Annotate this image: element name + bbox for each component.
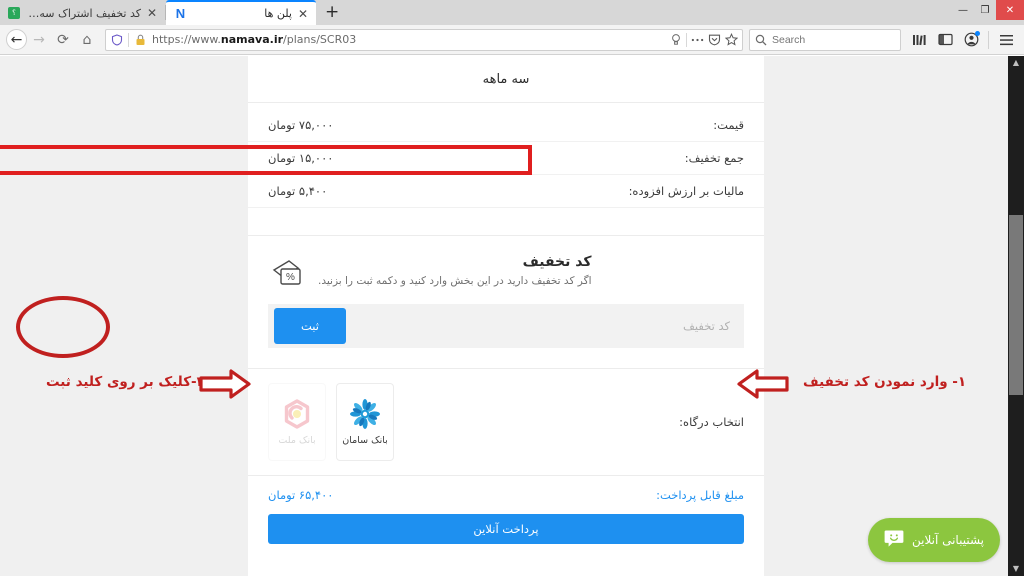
sidebar-icon[interactable] (933, 28, 957, 52)
annotation-step-2: ۲-کلیک بر روی کلید ثبت (46, 374, 205, 390)
online-payment-button[interactable]: پرداخت آنلاین (268, 514, 744, 544)
green-square-icon: ؟ (8, 7, 20, 19)
row-value: ۷۵,۰۰۰ تومان (268, 118, 334, 132)
gateway-section: انتخاب درگاه: بانک سامان بانک ملت (248, 368, 764, 475)
table-row: جمع تخفیف: ۱۵,۰۰۰ تومان (248, 142, 764, 175)
navigation-toolbar: ← → ⟳ ⌂ https://www.namava.ir/plans/SCR0… (0, 25, 1024, 55)
account-icon[interactable] (959, 28, 983, 52)
percent-coupon-icon: % (268, 258, 306, 290)
gateway-option-label: بانک ملت (278, 434, 316, 446)
notification-dot (975, 30, 980, 36)
title-bar: ؟ کد تخفیف اشتراک سه ماهه نماوا ✕ N پلن … (0, 0, 1024, 25)
namava-n-icon: N (175, 6, 186, 21)
row-label: قیمت: (713, 118, 744, 132)
gateway-option-mellat[interactable]: بانک ملت (268, 383, 326, 461)
shield-icon[interactable] (110, 33, 123, 46)
search-icon (755, 33, 767, 46)
address-bar[interactable]: https://www.namava.ir/plans/SCR03 (105, 28, 743, 51)
table-row: قیمت: ۷۵,۰۰۰ تومان (248, 109, 764, 142)
close-icon[interactable]: ✕ (146, 6, 158, 20)
maximize-button[interactable]: ❐ (974, 0, 996, 20)
window-controls: — ❐ ✕ (952, 0, 1024, 20)
home-button[interactable]: ⌂ (75, 28, 99, 52)
back-button[interactable]: ← (6, 29, 27, 50)
lightbulb-icon[interactable] (669, 33, 682, 46)
scrollbar-thumb[interactable] (1009, 215, 1023, 395)
coupon-code-input[interactable] (352, 304, 744, 348)
tab-strip: ؟ کد تخفیف اشتراک سه ماهه نماوا ✕ N پلن … (0, 0, 348, 25)
browser-tab-active[interactable]: N پلن ها ✕ (166, 0, 316, 25)
library-icon[interactable] (907, 28, 931, 52)
toolbar-icons (907, 28, 1018, 52)
table-row: مالیات بر ارزش افزوده: ۵,۴۰۰ تومان (248, 175, 764, 208)
payable-value: ۶۵,۴۰۰ تومان (268, 488, 334, 502)
scrollbar-track[interactable] (1008, 70, 1024, 562)
scroll-up-arrow-icon[interactable]: ▲ (1013, 56, 1019, 70)
page-title: سه ماهه (248, 56, 764, 103)
arrow-pointing-left-icon (737, 369, 789, 399)
section-divider (248, 208, 764, 236)
plan-purchase-card: سه ماهه قیمت: ۷۵,۰۰۰ تومان جمع تخفیف: ۱۵… (248, 56, 764, 576)
browser-window: ؟ کد تخفیف اشتراک سه ماهه نماوا ✕ N پلن … (0, 0, 1024, 576)
close-icon[interactable]: ✕ (297, 7, 309, 21)
close-window-button[interactable]: ✕ (996, 0, 1024, 20)
arrow-pointing-right-icon (199, 369, 251, 399)
padlock-icon[interactable] (134, 33, 147, 46)
url-divider (686, 32, 687, 47)
coupon-heading: کد تخفیف (522, 254, 592, 270)
bank-saman-logo (350, 398, 380, 429)
page-viewport: سه ماهه قیمت: ۷۵,۰۰۰ تومان جمع تخفیف: ۱۵… (0, 56, 1024, 576)
coupon-text: کد تخفیف اگر کد تخفیف دارید در این بخش و… (318, 254, 592, 287)
coupon-description: اگر کد تخفیف دارید در این بخش وارد کنید … (318, 275, 592, 287)
online-support-widget[interactable]: پشتیبانی آنلاین (867, 518, 1000, 562)
price-breakdown: قیمت: ۷۵,۰۰۰ تومان جمع تخفیف: ۱۵,۰۰۰ توم… (248, 103, 764, 208)
hamburger-menu-icon[interactable] (994, 28, 1018, 52)
coupon-section-header: کد تخفیف اگر کد تخفیف دارید در این بخش و… (248, 236, 764, 290)
payable-amount-row: مبلغ قابل پرداخت: ۶۵,۴۰۰ تومان (248, 475, 764, 510)
row-value: ۱۵,۰۰۰ تومان (268, 151, 334, 165)
url-text: https://www.namava.ir/plans/SCR03 (152, 33, 357, 46)
ellipsis-icon[interactable] (691, 33, 704, 46)
search-input[interactable] (772, 33, 907, 46)
support-label: پشتیبانی آنلاین (911, 533, 984, 547)
toolbar-divider (988, 30, 989, 49)
gateway-options: بانک سامان بانک ملت (268, 383, 394, 461)
scroll-down-arrow-icon[interactable]: ▼ (1013, 562, 1019, 576)
new-tab-button[interactable]: + (316, 1, 348, 25)
forward-button[interactable]: → (27, 28, 51, 52)
row-label: مالیات بر ارزش افزوده: (628, 184, 744, 198)
gateway-option-label: بانک سامان (342, 434, 388, 446)
reload-button[interactable]: ⟳ (51, 28, 75, 52)
submit-coupon-button[interactable]: ثبت (274, 308, 346, 344)
minimize-button[interactable]: — (952, 0, 974, 20)
url-divider (128, 32, 129, 47)
row-value: ۵,۴۰۰ تومان (268, 184, 328, 198)
star-icon[interactable] (725, 33, 738, 46)
payable-label: مبلغ قابل پرداخت: (656, 488, 744, 502)
coupon-input-row: ثبت (268, 304, 744, 348)
pocket-icon[interactable] (708, 33, 721, 46)
address-bar-actions (669, 32, 738, 47)
submit-button-highlight (16, 296, 110, 358)
browser-tab-inactive[interactable]: ؟ کد تخفیف اشتراک سه ماهه نماوا ✕ (0, 1, 165, 25)
page-scrollbar[interactable]: ▲ ▼ (1008, 56, 1024, 576)
svg-text:%: % (286, 272, 295, 283)
gateway-option-saman[interactable]: بانک سامان (336, 383, 394, 461)
row-label: جمع تخفیف: (684, 151, 744, 165)
tab-title: پلن ها (264, 7, 292, 20)
gateway-label: انتخاب درگاه: (679, 415, 744, 429)
search-bar[interactable] (749, 28, 907, 51)
annotation-step-1: ۱- وارد نمودن کد تخفیف (803, 374, 967, 390)
chat-smiley-icon (884, 529, 904, 552)
tab-title: کد تخفیف اشتراک سه ماهه نماوا (25, 6, 141, 20)
bank-mellat-logo (284, 398, 310, 429)
